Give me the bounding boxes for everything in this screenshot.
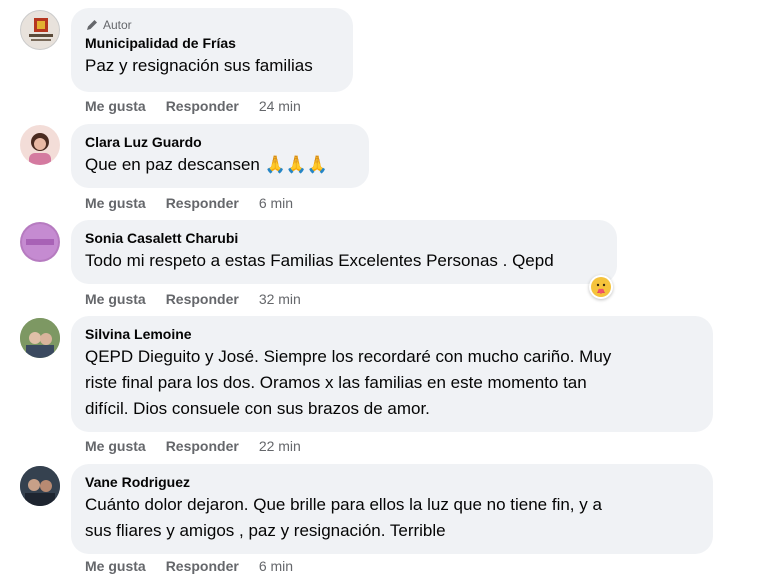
municipality-logo-icon [29, 18, 53, 41]
care-emoji-icon [591, 277, 611, 297]
author-tag: Autor [85, 16, 339, 34]
like-button[interactable]: Me gusta [85, 291, 146, 307]
comment-actions: Me gusta Responder 6 min [85, 195, 313, 211]
comment-text: Todo mi respeto a estas Familias Excelen… [85, 251, 554, 270]
author-name[interactable]: Sonia Casalett Charubi [85, 229, 603, 248]
user-photo-icon [22, 224, 58, 260]
reply-button[interactable]: Responder [166, 291, 239, 307]
timestamp[interactable]: 6 min [259, 558, 293, 574]
reply-button[interactable]: Responder [166, 558, 239, 574]
comment-bubble: Vane Rodriguez Cuánto dolor dejaron. Que… [71, 464, 713, 554]
comment-actions: Me gusta Responder 24 min [85, 98, 321, 114]
user-photo-icon [20, 466, 60, 506]
comment-actions: Me gusta Responder 22 min [85, 438, 321, 454]
reaction-badge[interactable] [589, 275, 613, 299]
reply-button[interactable]: Responder [166, 438, 239, 454]
comment-bubble: Silvina Lemoine QEPD Dieguito y José. Si… [71, 316, 713, 432]
timestamp[interactable]: 22 min [259, 438, 301, 454]
comment-text-line: riste final para los dos. Oramos x las f… [85, 373, 587, 392]
comment-text: Que en paz descansen 🙏🙏🙏 [85, 155, 329, 174]
author-name[interactable]: Vane Rodriguez [85, 473, 699, 492]
user-photo-icon [29, 133, 51, 165]
avatar[interactable] [20, 318, 60, 358]
like-button[interactable]: Me gusta [85, 98, 146, 114]
author-name[interactable]: Clara Luz Guardo [85, 133, 355, 152]
reply-button[interactable]: Responder [166, 98, 239, 114]
comment-text-line: Cuánto dolor dejaron. Que brille para el… [85, 495, 602, 514]
comment-text: Paz y resignación sus familias [85, 56, 313, 75]
avatar[interactable] [20, 10, 60, 50]
comment-text-line: difícil. Dios consuele con sus brazos de… [85, 399, 430, 418]
reply-button[interactable]: Responder [166, 195, 239, 211]
comment-actions: Me gusta Responder 32 min [85, 291, 321, 307]
author-tag-label: Autor [103, 18, 132, 32]
comment-bubble: Clara Luz Guardo Que en paz descansen 🙏🙏… [71, 124, 369, 188]
pencil-icon [87, 20, 97, 30]
comment-bubble: Autor Municipalidad de Frías Paz y resig… [71, 8, 353, 92]
user-photo-icon [20, 318, 60, 358]
avatar[interactable] [20, 222, 60, 262]
author-name[interactable]: Silvina Lemoine [85, 325, 699, 344]
like-button[interactable]: Me gusta [85, 195, 146, 211]
author-name[interactable]: Municipalidad de Frías [85, 34, 339, 53]
timestamp[interactable]: 6 min [259, 195, 293, 211]
avatar[interactable] [20, 466, 60, 506]
avatar[interactable] [20, 125, 60, 165]
like-button[interactable]: Me gusta [85, 558, 146, 574]
comment-text-line: sus fliares y amigos , paz y resignación… [85, 521, 446, 540]
comment-actions: Me gusta Responder 6 min [85, 558, 313, 574]
comment-text-line: QEPD Dieguito y José. Siempre los record… [85, 347, 612, 366]
like-button[interactable]: Me gusta [85, 438, 146, 454]
timestamp[interactable]: 32 min [259, 291, 301, 307]
timestamp[interactable]: 24 min [259, 98, 301, 114]
comment-bubble: Sonia Casalett Charubi Todo mi respeto a… [71, 220, 617, 284]
